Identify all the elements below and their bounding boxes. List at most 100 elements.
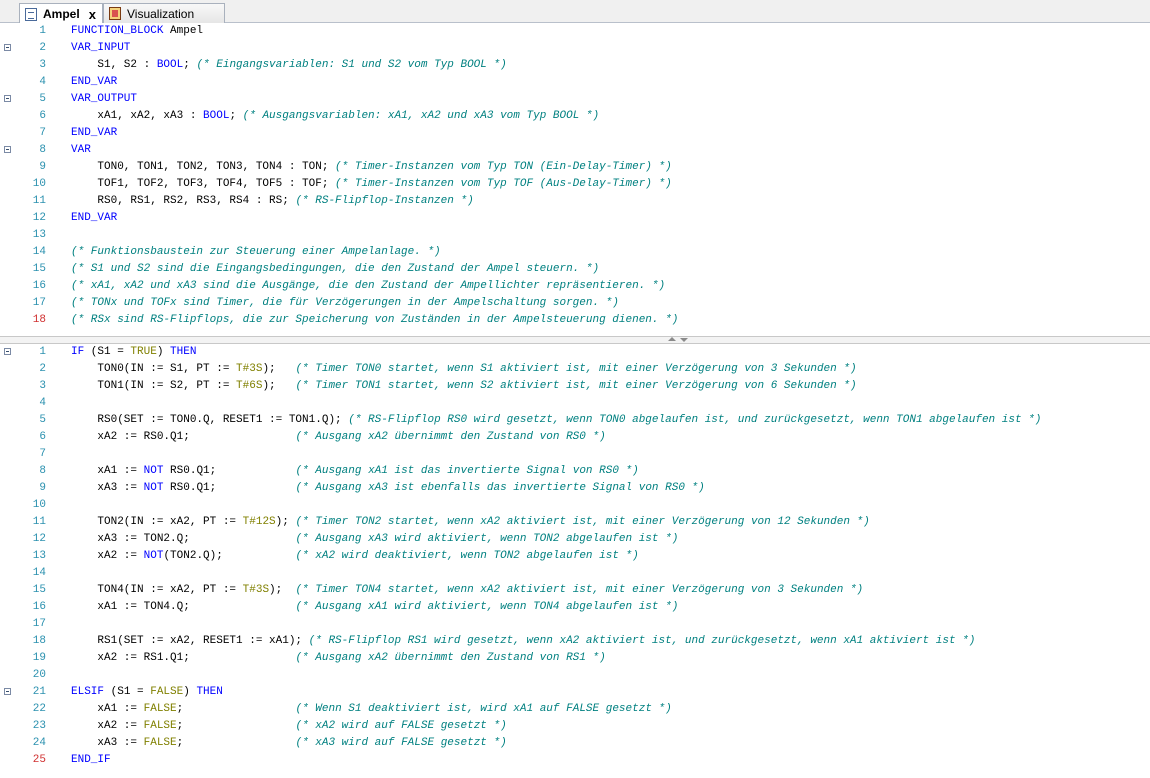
code-line[interactable]: 12 xA3 := TON2.Q; (* Ausgang xA3 wird ak… [0,531,1150,548]
line-number: 12 [32,212,46,224]
code-line[interactable]: 14 [0,565,1150,582]
code-line[interactable]: 10 [0,497,1150,514]
code-line[interactable]: 11 TON2(IN := xA2, PT := T#12S); (* Time… [0,514,1150,531]
keyword-token: BOOL [156,59,184,71]
implementation-editor[interactable]: 1 IF (S1 = TRUE) THEN 2 TON0(IN := S1, PT … [0,344,1150,778]
fold-gutter [0,361,14,378]
line-number: 9 [39,161,46,173]
code-text: xA2 := FALSE; (* xA2 wird auf FALSE gese… [71,718,507,735]
code-line[interactable]: 7 END_VAR [0,125,1150,142]
code-text: RS0(SET := TON0.Q, RESET1 := TON1.Q); (*… [71,412,1041,429]
code-line[interactable]: 1 IF (S1 = TRUE) THEN [0,344,1150,361]
fold-toggle-icon[interactable] [4,348,11,355]
comment-token: (* RS-Flipflop RS1 wird gesetzt, wenn xA… [308,635,976,647]
code-line[interactable]: 15 (* S1 und S2 sind die Eingangsbedingun… [0,261,1150,278]
code-line[interactable]: 13 xA2 := NOT(TON2.Q); (* xA2 wird deakt… [0,548,1150,565]
fold-toggle-icon[interactable] [4,44,11,51]
line-number: 5 [39,414,46,426]
code-line[interactable]: 5 VAR_OUTPUT [0,91,1150,108]
line-number: 12 [32,533,46,545]
collapse-up-icon[interactable] [668,337,676,341]
code-line[interactable]: 3 S1, S2 : BOOL; (* Eingangsvariablen: S… [0,57,1150,74]
line-number: 8 [39,465,46,477]
line-number: 23 [32,720,46,732]
code-line[interactable]: 8 VAR [0,142,1150,159]
fold-toggle-icon[interactable] [4,95,11,102]
code-line[interactable]: 3 TON1(IN := S2, PT := T#6S); (* Timer T… [0,378,1150,395]
code-text: END_IF [71,752,111,769]
keyword-token: VAR_OUTPUT [71,93,138,105]
code-line[interactable]: 5 RS0(SET := TON0.Q, RESET1 := TON1.Q); … [0,412,1150,429]
code-line[interactable]: 11 RS0, RS1, RS2, RS3, RS4 : RS; (* RS-F… [0,193,1150,210]
comment-token: (* xA3 wird auf FALSE gesetzt *) [295,737,507,749]
code-line[interactable]: 1 FUNCTION_BLOCK Ampel [0,23,1150,40]
literal-token: TRUE [130,346,157,358]
code-text: (* RSx sind RS-Flipflops, die zur Speich… [71,312,678,329]
code-line[interactable]: 21 ELSIF (S1 = FALSE) THEN [0,684,1150,701]
code-line[interactable]: 7 [0,446,1150,463]
code-line[interactable]: 23 xA2 := FALSE; (* xA2 wird auf FALSE g… [0,718,1150,735]
line-number: 10 [32,178,46,190]
code-token: TON1(IN := S2, PT := [71,380,237,392]
code-text: xA3 := TON2.Q; (* Ausgang xA3 wird aktiv… [71,531,678,548]
code-line[interactable]: 2 TON0(IN := S1, PT := T#3S); (* Timer T… [0,361,1150,378]
fold-toggle-icon[interactable] [4,146,11,153]
comment-token: (* xA2 wird auf FALSE gesetzt *) [295,720,507,732]
fold-toggle-icon[interactable] [4,688,11,695]
line-number: 18 [32,635,46,647]
code-line[interactable]: 14 (* Funktionsbaustein zur Steuerung ein… [0,244,1150,261]
code-line[interactable]: 2 VAR_INPUT [0,40,1150,57]
code-token: S1, S2 : [71,59,157,71]
code-token: (S1 = [84,346,131,358]
line-number: 25 [32,754,46,766]
code-line[interactable]: 19 xA2 := RS1.Q1; (* Ausgang xA2 übernim… [0,650,1150,667]
code-line[interactable]: 18 (* RSx sind RS-Flipflops, die zur Spei… [0,312,1150,329]
literal-token: T#3S [236,363,263,375]
code-token: ; [229,110,243,122]
code-line[interactable]: 10 TOF1, TOF2, TOF3, TOF4, TOF5 : TOF; (… [0,176,1150,193]
code-line[interactable]: 17 (* TONx und TOFx sind Timer, die für V… [0,295,1150,312]
code-line[interactable]: 8 xA1 := NOT RS0.Q1; (* Ausgang xA1 ist … [0,463,1150,480]
fold-gutter [0,210,14,227]
close-icon[interactable]: x [89,7,96,22]
code-token: xA3 := TON2.Q; [71,533,296,545]
code-line[interactable]: 20 [0,667,1150,684]
code-line[interactable]: 25 END_IF [0,752,1150,769]
collapse-down-icon[interactable] [680,338,688,342]
code-line[interactable]: 17 [0,616,1150,633]
code-token: ; [176,703,296,715]
code-line[interactable]: 12 END_VAR [0,210,1150,227]
literal-token: T#3S [242,584,270,596]
code-line[interactable]: 9 xA3 := NOT RS0.Q1; (* Ausgang xA3 ist … [0,480,1150,497]
fold-gutter [0,684,14,701]
keyword-token: END_VAR [71,212,118,224]
pane-splitter[interactable] [0,336,1150,344]
code-line[interactable]: 4 [0,395,1150,412]
comment-token: (* Ausgang xA2 übernimmt den Zustand von… [295,431,606,443]
code-line[interactable]: 9 TON0, TON1, TON2, TON3, TON4 : TON; (*… [0,159,1150,176]
declaration-editor[interactable]: 1 FUNCTION_BLOCK Ampel 2 VAR_INPUT 3 S1, S2 … [0,23,1150,336]
visualization-icon [109,7,121,20]
code-line[interactable]: 16 xA1 := TON4.Q; (* Ausgang xA1 wird ak… [0,599,1150,616]
code-token: xA3 := [71,482,144,494]
code-text: S1, S2 : BOOL; (* Eingangsvariablen: S1 … [71,57,506,74]
comment-token: (* Funktionsbaustein zur Steuerung einer… [71,246,441,258]
code-line[interactable]: 6 xA1, xA2, xA3 : BOOL; (* Ausgangsvaria… [0,108,1150,125]
tab-visualization[interactable]: Visualization [103,3,225,23]
comment-token: (* S1 und S2 sind die Eingangsbedingunge… [71,263,600,275]
code-text: TON4(IN := xA2, PT := T#3S); (* Timer TO… [71,582,863,599]
code-line[interactable]: 24 xA3 := FALSE; (* xA3 wird auf FALSE g… [0,735,1150,752]
fold-gutter [0,142,14,159]
code-line[interactable]: 16 (* xA1, xA2 und xA3 sind die Ausgänge,… [0,278,1150,295]
code-line[interactable]: 18 RS1(SET := xA2, RESET1 := xA1); (* RS… [0,633,1150,650]
code-line[interactable]: 6 xA2 := RS0.Q1; (* Ausgang xA2 übernimm… [0,429,1150,446]
code-text: TON2(IN := xA2, PT := T#12S); (* Timer T… [71,514,869,531]
code-token: xA1 := [71,703,144,715]
code-line[interactable]: 22 xA1 := FALSE; (* Wenn S1 deaktiviert … [0,701,1150,718]
code-line[interactable]: 4 END_VAR [0,74,1150,91]
line-number: 18 [32,314,46,326]
code-line[interactable]: 15 TON4(IN := xA2, PT := T#3S); (* Timer… [0,582,1150,599]
fold-gutter [0,650,14,667]
code-line[interactable]: 13 [0,227,1150,244]
tab-ampel[interactable]: Ampel x [19,3,103,24]
